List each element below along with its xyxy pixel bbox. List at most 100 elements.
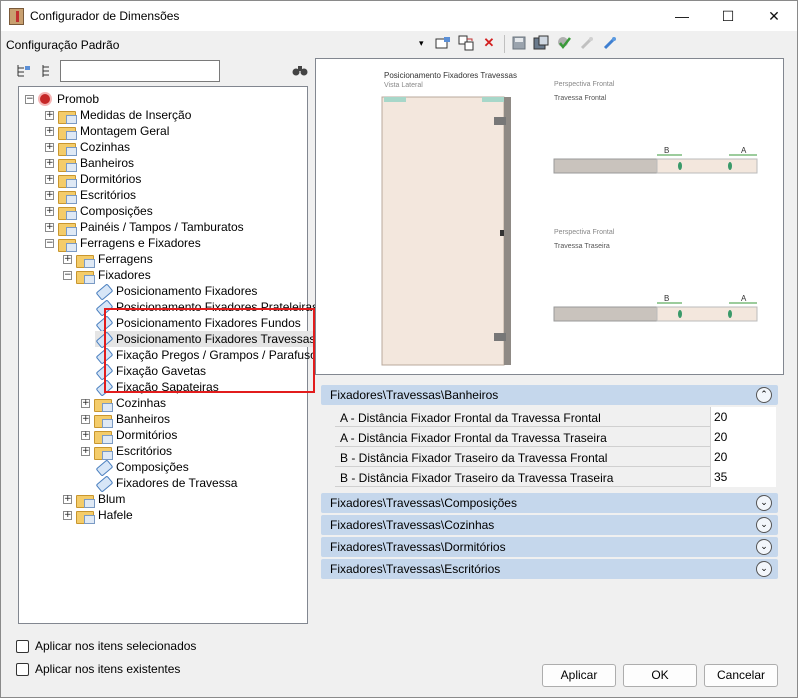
property-row[interactable]: B - Distância Fixador Traseiro da Traves… — [335, 467, 776, 487]
tree-node[interactable]: + Montagem Geral — [45, 123, 169, 140]
config-item-icon — [95, 460, 111, 474]
property-row[interactable]: B - Distância Fixador Traseiro da Traves… — [335, 447, 776, 467]
property-value[interactable]: 20 — [710, 427, 776, 447]
folder-icon — [58, 221, 77, 236]
apply-existing-checkbox[interactable]: Aplicar nos itens existentes — [16, 662, 180, 676]
toolbar-separator — [504, 35, 505, 53]
group-header-dormitorios[interactable]: Fixadores\Travessas\Dormitórios ⌄ — [321, 537, 778, 557]
tree-node[interactable]: + Dormitórios — [81, 427, 177, 444]
apply-button[interactable]: Aplicar — [542, 664, 616, 687]
folder-icon — [58, 237, 77, 252]
collapse-icon[interactable]: − — [25, 94, 34, 104]
tree-node[interactable]: + Cozinhas — [81, 395, 166, 412]
tree-node[interactable]: − Fixadores — [63, 267, 151, 284]
collapse-icon[interactable]: − — [63, 270, 72, 280]
maximize-button[interactable]: ☐ — [705, 1, 751, 31]
chevron-down-icon[interactable]: ▾ — [419, 38, 424, 49]
group-header-composicoes[interactable]: Fixadores\Travessas\Composições ⌄ — [321, 493, 778, 513]
expand-icon[interactable]: + — [63, 510, 72, 520]
tree-node[interactable]: + Ferragens — [63, 251, 153, 268]
expand-icon[interactable]: + — [81, 430, 90, 440]
group-header-banheiros[interactable]: Fixadores\Travessas\Banheiros ⌃ — [321, 385, 778, 405]
group-header-cozinhas[interactable]: Fixadores\Travessas\Cozinhas ⌄ — [321, 515, 778, 535]
folder-icon — [76, 253, 95, 268]
expand-icon[interactable]: + — [45, 174, 54, 184]
property-value[interactable]: 35 — [710, 467, 776, 487]
tree-node[interactable]: + Escritórios — [81, 443, 172, 460]
tree-node[interactable]: Posicionamento Fixadores — [95, 283, 257, 299]
expand-icon[interactable]: + — [45, 190, 54, 200]
collapse-icon[interactable]: − — [45, 238, 54, 248]
expand-icon[interactable]: + — [81, 414, 90, 424]
dialog-window: Configurador de Dimensões — ☐ ✕ Configur… — [0, 0, 798, 698]
property-value[interactable]: 20 — [710, 407, 776, 427]
import-icon[interactable] — [600, 33, 620, 53]
property-value[interactable]: 20 — [710, 447, 776, 467]
edit-config-icon[interactable] — [433, 33, 453, 53]
property-row[interactable]: A - Distância Fixador Frontal da Travess… — [335, 427, 776, 447]
folder-icon — [76, 509, 95, 524]
collapse-group-icon[interactable]: ⌃ — [756, 387, 772, 403]
expand-group-icon[interactable]: ⌄ — [756, 561, 772, 577]
folder-icon — [94, 413, 113, 428]
configuration-select[interactable]: Configuração Padrão — [6, 38, 119, 52]
folder-icon — [58, 157, 77, 172]
expand-group-icon[interactable]: ⌄ — [756, 517, 772, 533]
promob-logo-icon — [38, 92, 52, 106]
folder-icon — [58, 125, 77, 140]
export-icon[interactable] — [577, 33, 597, 53]
minimize-button[interactable]: — — [659, 1, 705, 31]
expand-icon[interactable]: + — [81, 398, 90, 408]
tree-search-input[interactable] — [60, 60, 220, 82]
group-header-escritorios[interactable]: Fixadores\Travessas\Escritórios ⌄ — [321, 559, 778, 579]
apply-selected-checkbox[interactable]: Aplicar nos itens selecionados — [16, 639, 196, 653]
tree-node[interactable]: Composições — [95, 459, 189, 475]
tree-node[interactable]: + Banheiros — [45, 155, 134, 172]
delete-icon[interactable]: ✕ — [479, 33, 499, 53]
expand-icon[interactable]: + — [63, 254, 72, 264]
tree-node-root[interactable]: − Promob — [25, 91, 99, 107]
expand-icon[interactable]: + — [45, 142, 54, 152]
tree-node[interactable]: Fixadores de Travessa — [95, 475, 237, 491]
dim-a-label: A — [741, 294, 747, 303]
expand-icon[interactable]: + — [45, 126, 54, 136]
expand-all-icon[interactable] — [16, 64, 32, 78]
expand-icon[interactable]: + — [81, 446, 90, 456]
copy-config-icon[interactable] — [456, 33, 476, 53]
tree-view[interactable]: − Promob + Medidas de Inserção + Montagem … — [18, 86, 323, 624]
expand-icon[interactable]: + — [45, 222, 54, 232]
save-as-icon[interactable] — [531, 33, 551, 53]
save-icon[interactable] — [509, 33, 529, 53]
tree-node[interactable]: + Cozinhas — [45, 139, 130, 156]
checkbox-box[interactable] — [16, 639, 29, 653]
checkbox-box[interactable] — [16, 662, 29, 676]
tree-node[interactable]: + Painéis / Tampos / Tamburatos — [45, 219, 244, 236]
ok-button[interactable]: OK — [623, 664, 697, 687]
tree-node[interactable]: − Ferragens e Fixadores — [45, 235, 201, 252]
back-perspective-label: Perspectiva Frontal — [554, 229, 615, 236]
tree-node[interactable]: + Dormitórios — [45, 171, 141, 188]
expand-icon[interactable]: + — [63, 494, 72, 504]
expand-icon[interactable]: + — [45, 110, 54, 120]
expand-icon[interactable]: + — [45, 158, 54, 168]
dim-b-label: B — [664, 146, 670, 155]
collapse-all-icon[interactable] — [40, 64, 56, 78]
tree-node[interactable]: + Medidas de Inserção — [45, 107, 191, 124]
preview-title: Posicionamento Fixadores Travessas — [384, 71, 517, 80]
dim-b-label: B — [664, 294, 670, 303]
config-item-icon — [95, 476, 111, 490]
tree-node[interactable]: + Hafele — [63, 507, 133, 524]
expand-icon[interactable]: + — [45, 206, 54, 216]
tree-node[interactable]: + Escritórios — [45, 187, 136, 204]
cancel-button[interactable]: Cancelar — [704, 664, 778, 687]
binoculars-icon[interactable] — [292, 64, 308, 80]
close-button[interactable]: ✕ — [751, 1, 797, 31]
app-icon — [9, 8, 24, 25]
tree-node[interactable]: + Composições — [45, 203, 153, 220]
property-row[interactable]: A - Distância Fixador Frontal da Travess… — [335, 407, 776, 427]
tree-node[interactable]: + Banheiros — [81, 411, 170, 428]
expand-group-icon[interactable]: ⌄ — [756, 495, 772, 511]
validate-icon[interactable] — [554, 33, 574, 53]
tree-node[interactable]: + Blum — [63, 491, 125, 508]
expand-group-icon[interactable]: ⌄ — [756, 539, 772, 555]
